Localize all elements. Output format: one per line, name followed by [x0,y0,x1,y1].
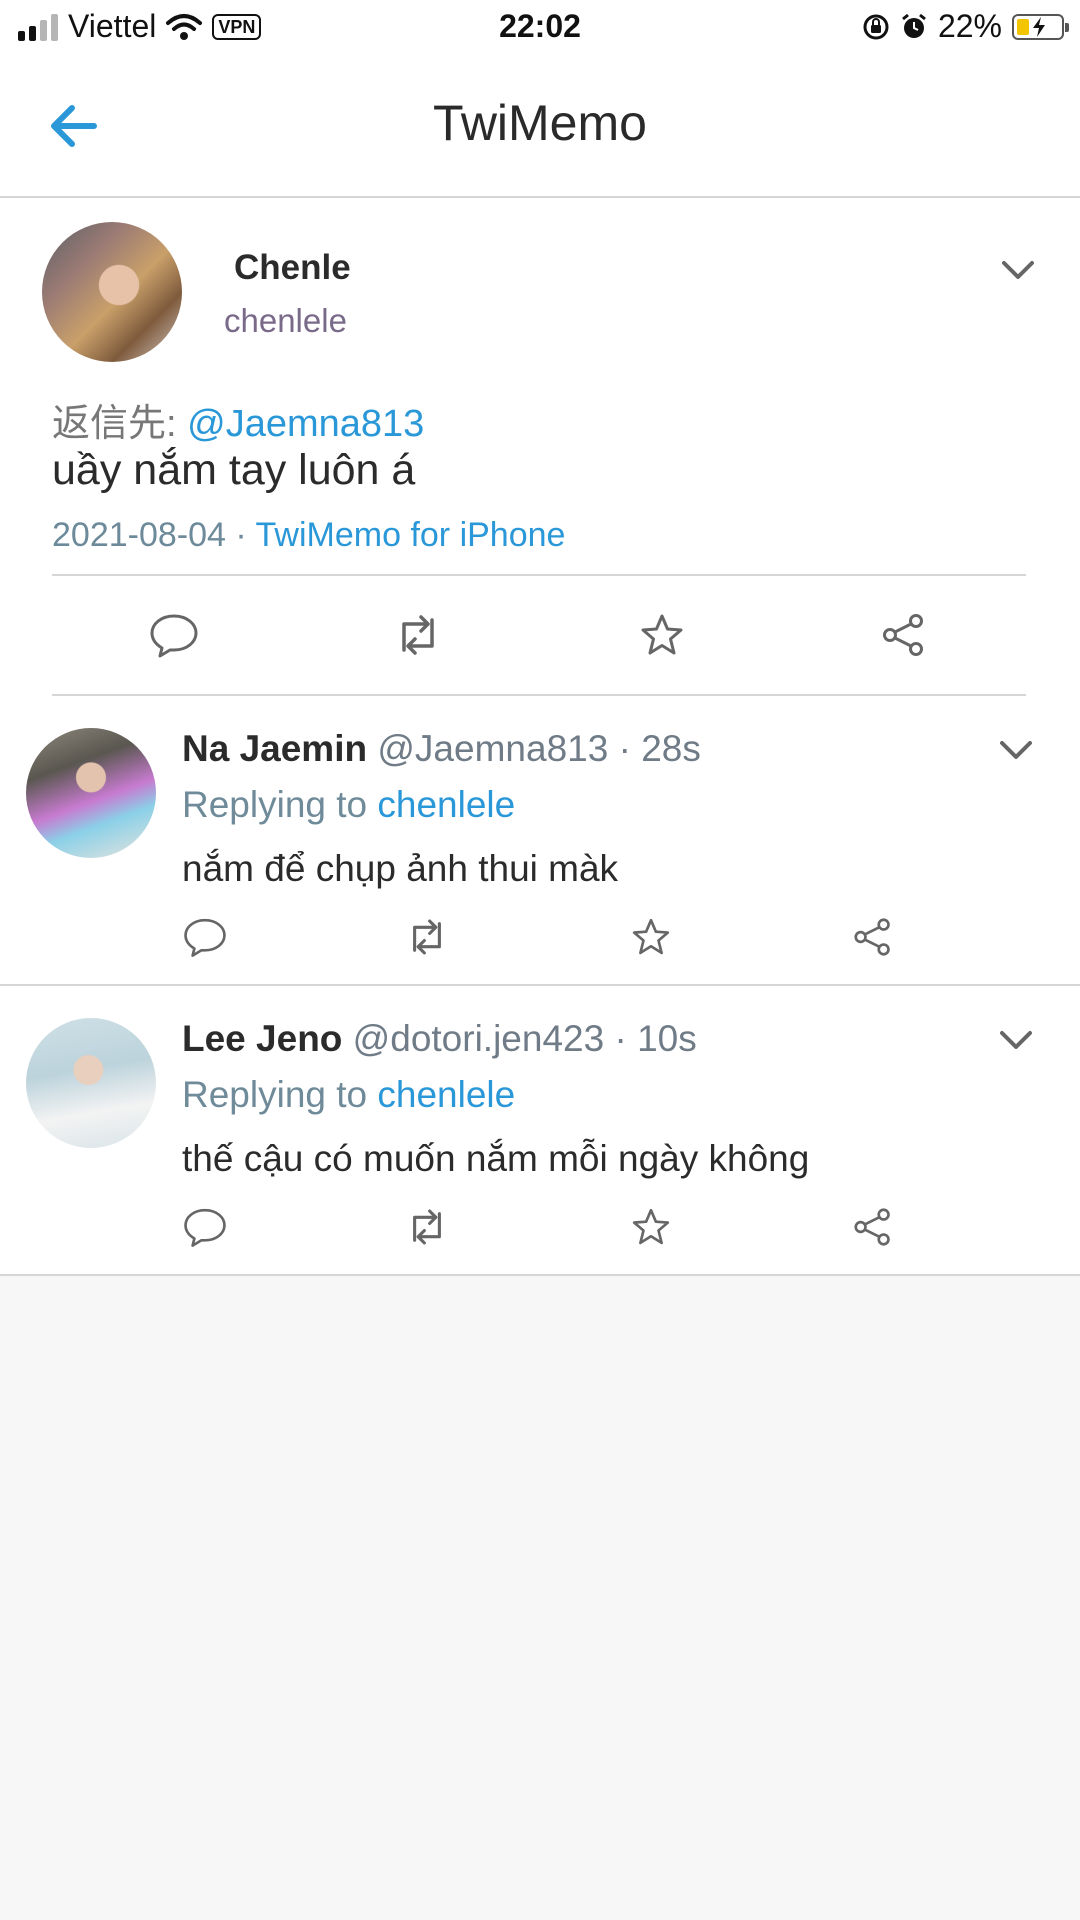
replying-user-link[interactable]: chenlele [377,1074,515,1115]
divider [0,984,1080,986]
page-title: TwiMemo [433,95,647,151]
replying-user-link[interactable]: chenlele [377,784,515,825]
reply-author-handle[interactable]: @Jaemna813 [367,728,608,769]
chevron-down-icon[interactable] [998,738,1034,762]
reply-target: 返信先: @Jaemna813 [52,392,424,447]
tweet-date: 2021-08-04 [52,516,226,554]
divider [52,574,1026,576]
retweet-icon[interactable] [392,612,444,658]
replying-to: Replying to chenlele [182,784,515,826]
share-icon[interactable] [850,916,896,958]
reply-icon[interactable] [148,612,200,658]
favorite-star-icon[interactable] [636,612,688,658]
battery-percent: 22% [937,8,1002,44]
reply-time: · 10s [604,1018,697,1059]
favorite-star-icon[interactable] [628,1206,674,1248]
replying-prefix: Replying to [182,1074,378,1115]
author-name[interactable]: Chenle [234,248,351,288]
retweet-icon[interactable] [404,916,450,958]
reply-prefix: 返信先: [52,403,188,445]
reply-time: · 28s [608,728,701,769]
via-app-link[interactable]: TwiMemo for iPhone [256,516,566,554]
reply-text: nắm để chụp ảnh thui màk [182,848,619,889]
reply-author-handle[interactable]: @dotori.jen423 [342,1018,605,1059]
status-bar: Viettel VPN 22:02 22% [0,0,1080,56]
reply-header: Lee Jeno @dotori.jen423 · 10s [182,1018,697,1060]
tweet-meta: 2021-08-04 · TwiMemo for iPhone [52,516,565,555]
author-handle[interactable]: chenlele [224,302,347,340]
battery-charging-icon [1012,13,1069,40]
reply-author-name[interactable]: Na Jaemin [182,728,367,769]
tweet-text: uầy nắm tay luôn á [52,446,416,494]
reply-mention-link[interactable]: @Jaemna813 [187,403,424,445]
avatar[interactable] [42,222,182,362]
reply-icon[interactable] [182,1206,228,1248]
nav-bar: TwiMemo [0,56,1080,198]
share-icon[interactable] [850,1206,896,1248]
reply-author-name[interactable]: Lee Jeno [182,1018,342,1059]
replying-to: Replying to chenlele [182,1074,515,1116]
alarm-icon [902,13,926,38]
share-icon[interactable] [878,612,930,658]
chevron-down-icon[interactable] [998,1028,1034,1052]
reply-header: Na Jaemin @Jaemna813 · 28s [182,728,701,770]
favorite-star-icon[interactable] [628,916,674,958]
reply-icon[interactable] [182,916,228,958]
avatar[interactable] [26,1018,156,1148]
reply-text: thế cậu có muốn nắm mỗi ngày không [182,1138,810,1179]
rotation-lock-icon [863,14,889,39]
retweet-icon[interactable] [404,1206,450,1248]
meta-separator: · [225,516,256,554]
chevron-down-icon[interactable] [1000,258,1036,282]
divider [52,694,1026,696]
replying-prefix: Replying to [182,784,378,825]
avatar[interactable] [26,728,156,858]
